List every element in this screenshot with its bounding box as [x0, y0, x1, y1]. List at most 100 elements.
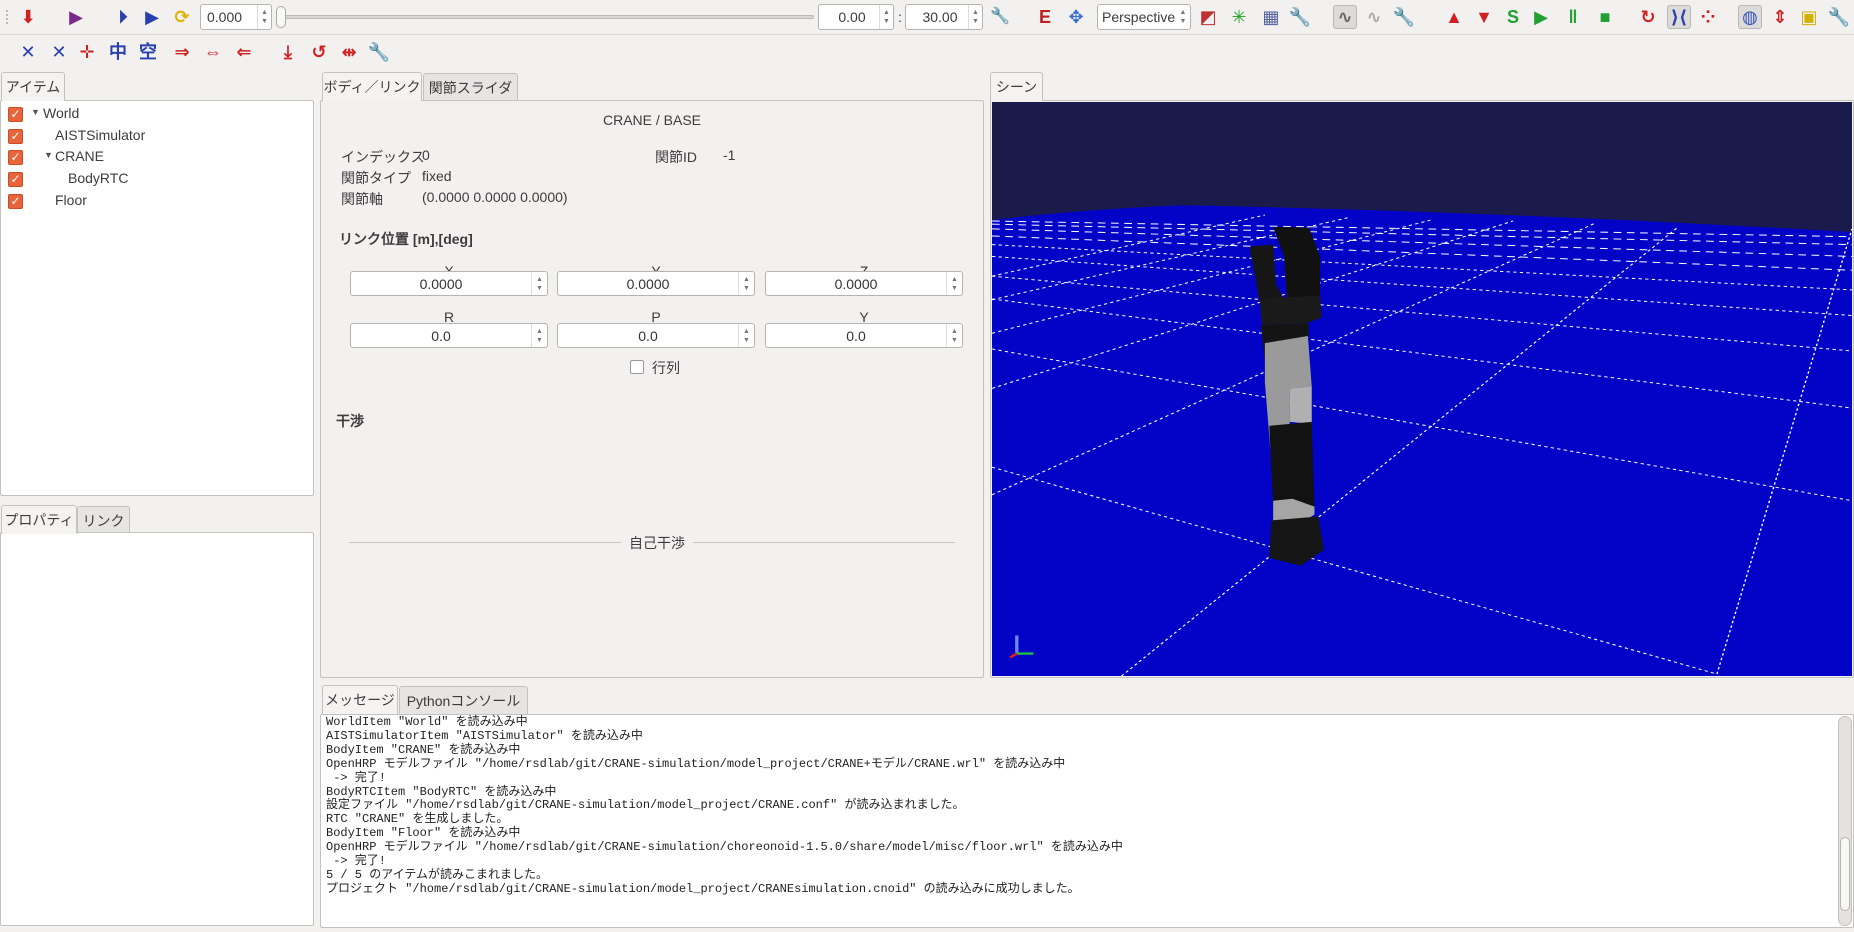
tree-item-label: Floor [55, 191, 87, 208]
script-icon[interactable]: ▶ [64, 5, 88, 29]
item-checkbox[interactable]: ✓ [8, 128, 23, 144]
item-checkbox[interactable]: ✓ [8, 107, 23, 122]
toolbar-grip[interactable] [6, 10, 9, 24]
fit-view-icon[interactable]: ◩ [1196, 5, 1220, 29]
scene-view[interactable] [990, 100, 1854, 678]
collision-globe-icon[interactable]: ◍ [1738, 5, 1762, 29]
rotation-field[interactable]: 0.0 ▲ ▼ [557, 323, 755, 348]
wrench-icon[interactable]: 🔧 [988, 5, 1012, 29]
sim-stop-icon[interactable]: ■ [1593, 5, 1617, 29]
body-move-alt-icon[interactable]: ✕ [47, 40, 71, 64]
message-scrollbar[interactable] [1838, 716, 1852, 926]
wrench-icon[interactable]: 🔧 [367, 40, 391, 64]
sim-start-icon[interactable]: S [1501, 5, 1525, 29]
position-field[interactable]: 0.0000 ▲ ▼ [350, 271, 548, 296]
spinner-arrows[interactable]: ▲ ▼ [738, 272, 754, 295]
spinner-arrows[interactable]: ▲ ▼ [946, 272, 962, 295]
window-icon[interactable]: ▣ [1797, 5, 1821, 29]
tree-item[interactable]: ✓ ▼ CRANE [1, 147, 313, 167]
tab-python-console[interactable]: Pythonコンソール [399, 686, 528, 714]
link-chain-icon[interactable]: ⁘ [1696, 5, 1720, 29]
time-slider[interactable] [276, 15, 814, 19]
tree-item[interactable]: ✓ Floor [1, 191, 313, 211]
field-value: 0.0 [638, 327, 658, 344]
range-start-spinner[interactable]: ▲ ▼ [879, 5, 893, 29]
link-bracket-icon[interactable]: ⟩⟨ [1667, 5, 1691, 29]
scrollbar-thumb[interactable] [1840, 837, 1850, 911]
sim-resume-icon[interactable]: ▶ [1529, 5, 1553, 29]
globe-up-icon[interactable]: ▲ [1442, 5, 1466, 29]
wave-icon[interactable]: ∿ [1333, 5, 1357, 29]
message-line: AISTSimulatorItem "AISTSimulator" を読み込み中 [326, 728, 643, 743]
wrench-icon[interactable]: 🔧 [1288, 5, 1312, 29]
range-start-input[interactable]: 0.00 ▲ ▼ [818, 4, 894, 30]
paste-pose-icon[interactable]: ⇔ [201, 40, 225, 64]
wrench-icon[interactable]: 🔧 [1827, 5, 1851, 29]
load-project-icon[interactable]: ⬇ [16, 5, 40, 29]
spinner-arrows[interactable]: ▲ ▼ [946, 324, 962, 347]
spinner-arrows[interactable]: ▲ ▼ [738, 324, 754, 347]
matrix-checkbox[interactable] [630, 360, 644, 374]
tab-scene[interactable]: シーン [990, 72, 1043, 101]
position-field[interactable]: 0.0000 ▲ ▼ [557, 271, 755, 296]
reset-icon[interactable]: ↺ [307, 40, 331, 64]
joint-rotate-icon[interactable]: ↻ [1636, 5, 1660, 29]
view-arrows-icon[interactable]: ✥ [1064, 5, 1088, 29]
range-end-input[interactable]: 30.00 ▲ ▼ [905, 4, 983, 30]
spinner-arrows[interactable]: ▲ ▼ [531, 272, 547, 295]
flip-pose-icon[interactable]: ⇐ [232, 40, 256, 64]
globe-down-icon[interactable]: ▼ [1472, 5, 1496, 29]
message-line: OpenHRP モデルファイル "/home/rsdlab/git/CRANE-… [326, 756, 1066, 771]
time-input[interactable]: 0.000 ▲ ▼ [200, 4, 272, 30]
position-field[interactable]: 0.0000 ▲ ▼ [765, 271, 963, 296]
tab-messages[interactable]: メッセージ [322, 685, 398, 714]
rotation-field[interactable]: 0.0 ▲ ▼ [765, 323, 963, 348]
body-move-icon[interactable]: ✕ [16, 40, 40, 64]
item-checkbox[interactable]: ✓ [8, 193, 23, 209]
copy-pose-icon[interactable]: ⇒ [170, 40, 194, 64]
spinner-arrows[interactable]: ▲ ▼ [531, 324, 547, 347]
sim-pause-icon[interactable]: ‖ [1561, 5, 1585, 29]
message-line: OpenHRP モデルファイル "/home/rsdlab/git/CRANE-… [326, 840, 1123, 855]
body-toolbar: ✕ ✕ ✛ 中空 ⇒ ⇔ ⇐ ⤓ ↺ ⇹ 🔧 [0, 36, 1854, 68]
rotation-field[interactable]: 0.0 ▲ ▼ [350, 323, 548, 348]
body-stance-alt-icon[interactable]: 空 [136, 40, 160, 64]
tree-item-label: CRANE [55, 148, 105, 165]
item-checkbox[interactable]: ✓ [8, 172, 23, 188]
expand-triangle-icon[interactable]: ▼ [44, 150, 53, 160]
joint-point-icon[interactable]: ✛ [75, 40, 99, 64]
time-spinner[interactable]: ▲ ▼ [257, 5, 271, 29]
origin-pose-icon[interactable]: ⤓ [276, 40, 300, 64]
body-stance-icon[interactable]: 中 [106, 40, 130, 64]
item-checkbox[interactable]: ✓ [8, 150, 23, 166]
tab-body-link[interactable]: ボディ／リンク [322, 72, 422, 101]
range-end-spinner[interactable]: ▲ ▼ [968, 5, 982, 29]
wave-disabled-icon[interactable]: ∿ [1362, 5, 1386, 29]
play-icon[interactable]: ▶ [140, 5, 164, 29]
tree-item[interactable]: ✓ BodyRTC [1, 169, 313, 189]
camera-mode-select[interactable]: Perspective ▲ ▼ [1097, 4, 1191, 30]
tree-item[interactable]: ✓ ▼ World [1, 104, 313, 124]
tab-items[interactable]: アイテム [1, 72, 65, 101]
compress-icon[interactable]: ⇕ [1768, 5, 1792, 29]
message-line: BodyItem "CRANE" を読み込み中 [326, 742, 521, 757]
light-icon[interactable]: ✳ [1227, 5, 1251, 29]
main-toolbar: ⬇ ▶ ⏵ ▶ ⟳ 0.000 ▲ ▼ 0.00 ▲ ▼ : 30.00 ▲ ▼ 🔧 Pers… [0, 1, 1854, 33]
grid-icon[interactable]: ▦ [1259, 5, 1283, 29]
tree-item[interactable]: ✓ AISTSimulator [1, 126, 313, 146]
message-line: -> 完了! [326, 770, 387, 785]
time-slider-handle[interactable] [276, 6, 286, 28]
tab-link[interactable]: リンク [77, 506, 130, 534]
tab-properties[interactable]: プロパティ [1, 505, 77, 534]
play-from-start-icon[interactable]: ⏵ [111, 5, 135, 29]
wrench-disabled-icon[interactable]: 🔧 [1392, 5, 1416, 29]
scene-canvas[interactable] [991, 102, 1853, 677]
symmetric-icon[interactable]: ⇹ [337, 40, 361, 64]
message-line: WorldItem "World" を読み込み中 [326, 715, 528, 729]
item-tree: ✓ ▼ World ✓ AISTSimulator ✓ ▼ CRANE ✓ BodyRTC ✓ Flo… [0, 100, 314, 496]
message-line: 5 / 5 のアイテムが読みこまれました。 [326, 867, 549, 882]
refresh-icon[interactable]: ⟳ [170, 5, 194, 29]
expand-triangle-icon[interactable]: ▼ [31, 107, 40, 117]
edit-mode-icon[interactable]: E [1033, 5, 1057, 29]
tab-joint-slider[interactable]: 関節スライダ [423, 73, 518, 101]
